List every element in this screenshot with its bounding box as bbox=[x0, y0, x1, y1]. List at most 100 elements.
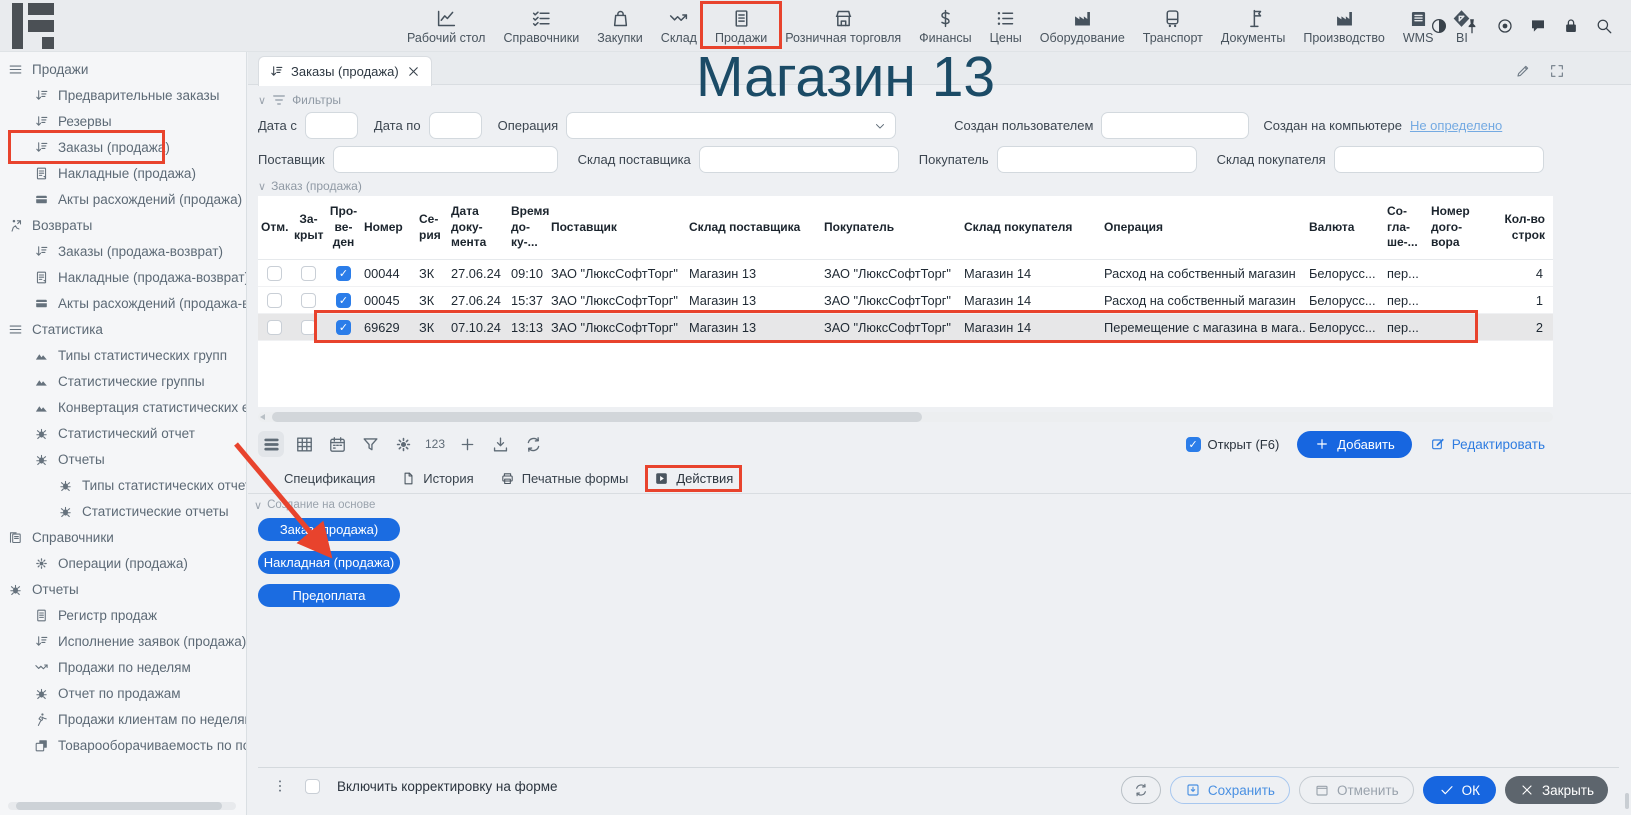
sidebar-item-12[interactable]: Статистические группы bbox=[0, 368, 246, 394]
sidebar-item-23[interactable]: Продажи по неделям bbox=[0, 654, 246, 680]
buyer-warehouse-input[interactable] bbox=[1334, 146, 1544, 173]
sidebar-item-19[interactable]: Операции (продажа) bbox=[0, 550, 246, 576]
sidebar-item-20[interactable]: Отчеты bbox=[0, 576, 246, 602]
closed-checkbox[interactable] bbox=[301, 320, 316, 335]
nav-item-11[interactable]: Производство bbox=[1294, 0, 1394, 52]
download-icon[interactable] bbox=[487, 431, 513, 457]
column-header[interactable]: Операция bbox=[1101, 220, 1306, 236]
vertical-scrollbar[interactable] bbox=[1625, 793, 1629, 809]
create-button-2[interactable]: Предоплата bbox=[258, 584, 400, 607]
buyer-input[interactable] bbox=[997, 146, 1197, 173]
search-icon[interactable] bbox=[1595, 17, 1613, 35]
detail-tab-3[interactable]: Действия bbox=[654, 471, 733, 486]
create-section-header[interactable]: ∨ Создание на основе bbox=[254, 498, 400, 512]
column-header[interactable]: Кол-во строк bbox=[1488, 212, 1553, 243]
open-checkbox[interactable]: ✓ bbox=[1186, 437, 1201, 452]
nav-item-5[interactable]: Розничная торговля bbox=[776, 0, 910, 52]
sidebar-item-15[interactable]: Отчеты bbox=[0, 446, 246, 472]
sidebar-item-22[interactable]: Исполнение заявок (продажа) bbox=[0, 628, 246, 654]
sidebar-item-26[interactable]: Товарооборачиваемость по постав bbox=[0, 732, 246, 758]
column-header[interactable]: Про- ве- ден bbox=[326, 204, 361, 251]
grid-icon[interactable] bbox=[291, 431, 317, 457]
column-header[interactable]: Склад поставщика bbox=[686, 220, 821, 236]
column-header[interactable]: Склад покупателя bbox=[961, 220, 1101, 236]
column-header[interactable]: Поставщик bbox=[548, 220, 686, 236]
nav-item-0[interactable]: Рабочий стол bbox=[398, 0, 494, 52]
sidebar-item-8[interactable]: Накладные (продажа-возврат) bbox=[0, 264, 246, 290]
tab-orders-sale[interactable]: Заказы (продажа) bbox=[258, 56, 432, 86]
marked-checkbox[interactable] bbox=[267, 266, 282, 281]
dots-vertical-icon[interactable] bbox=[272, 778, 288, 794]
column-header[interactable]: Отм. bbox=[258, 220, 291, 236]
operation-select[interactable] bbox=[566, 112, 896, 139]
sidebar-item-21[interactable]: Регистр продаж bbox=[0, 602, 246, 628]
orders-section-header[interactable]: ∨ Заказ (продажа) bbox=[258, 179, 362, 193]
supplier-input[interactable] bbox=[333, 146, 558, 173]
app-logo[interactable] bbox=[12, 3, 54, 54]
lock-icon[interactable] bbox=[1562, 17, 1580, 35]
posted-checkbox[interactable]: ✓ bbox=[336, 320, 351, 335]
date-to-input[interactable] bbox=[429, 112, 482, 139]
gear-icon[interactable] bbox=[390, 431, 416, 457]
nav-item-4[interactable]: Продажи bbox=[706, 0, 776, 52]
detail-tab-2[interactable]: Печатные формы bbox=[500, 471, 629, 486]
table-row[interactable]: ✓00044ЗК27.06.2409:10ЗАО "ЛюксСофтТорг"М… bbox=[258, 260, 1553, 287]
nav-item-9[interactable]: Транспорт bbox=[1134, 0, 1212, 52]
sidebar-item-0[interactable]: Продажи bbox=[0, 56, 246, 82]
table-hscrollbar[interactable] bbox=[258, 412, 1553, 422]
chat-icon[interactable] bbox=[1529, 17, 1547, 35]
nav-item-1[interactable]: Справочники bbox=[494, 0, 588, 52]
plus-icon[interactable] bbox=[454, 431, 480, 457]
marked-checkbox[interactable] bbox=[267, 320, 282, 335]
adjust-checkbox[interactable] bbox=[305, 779, 320, 794]
sidebar-item-3[interactable]: Заказы (продажа) bbox=[0, 134, 246, 160]
sidebar-item-7[interactable]: Заказы (продажа-возврат) bbox=[0, 238, 246, 264]
sidebar-item-14[interactable]: Статистический отчет bbox=[0, 420, 246, 446]
refresh-button[interactable] bbox=[1121, 776, 1161, 804]
marked-checkbox[interactable] bbox=[267, 293, 282, 308]
column-header[interactable]: Номер дого- вора bbox=[1428, 204, 1488, 251]
add-button[interactable]: Добавить bbox=[1297, 431, 1411, 458]
closed-checkbox[interactable] bbox=[301, 293, 316, 308]
sidebar-item-16[interactable]: Типы статистических отчетов bbox=[0, 472, 246, 498]
visibility-icon[interactable] bbox=[1496, 17, 1514, 35]
sidebar-item-11[interactable]: Типы статистических групп bbox=[0, 342, 246, 368]
close-button[interactable]: Закрыть bbox=[1505, 776, 1608, 804]
column-header[interactable]: Се- рия bbox=[416, 212, 448, 243]
nav-item-7[interactable]: Цены bbox=[981, 0, 1031, 52]
sidebar-item-17[interactable]: Статистические отчеты bbox=[0, 498, 246, 524]
open-checkbox-group[interactable]: ✓ Открыт (F6) bbox=[1186, 437, 1280, 452]
sidebar-item-25[interactable]: Продажи клиентам по неделям bbox=[0, 706, 246, 732]
sidebar-item-5[interactable]: Акты расхождений (продажа) bbox=[0, 186, 246, 212]
create-button-0[interactable]: Заказ (продажа) bbox=[258, 518, 400, 541]
date-from-input[interactable] bbox=[305, 112, 358, 139]
column-header[interactable]: За- крыт bbox=[291, 212, 326, 243]
close-icon[interactable] bbox=[406, 64, 421, 79]
sidebar-hscrollbar[interactable] bbox=[8, 802, 236, 810]
sidebar-item-6[interactable]: Возвраты bbox=[0, 212, 246, 238]
table-row[interactable]: ✓69629ЗК07.10.2413:13ЗАО "ЛюксСофтТорг"М… bbox=[258, 314, 1553, 341]
posted-checkbox[interactable]: ✓ bbox=[336, 293, 351, 308]
column-header[interactable]: Номер bbox=[361, 220, 416, 236]
created-on-link[interactable]: Не определено bbox=[1410, 118, 1502, 133]
detail-tab-1[interactable]: История bbox=[401, 471, 473, 486]
nav-item-10[interactable]: Документы bbox=[1212, 0, 1294, 52]
sidebar-item-13[interactable]: Конвертация статистических ед. изм bbox=[0, 394, 246, 420]
numbers-icon[interactable]: 123 bbox=[425, 437, 445, 451]
column-header[interactable]: Со- гла- ше-... bbox=[1384, 204, 1428, 251]
pencil-icon[interactable] bbox=[1515, 63, 1531, 79]
create-button-1[interactable]: Накладная (продажа) bbox=[258, 551, 400, 574]
column-header[interactable]: Время до- ку-... bbox=[508, 204, 548, 251]
cancel-button[interactable]: Отменить bbox=[1299, 776, 1414, 804]
calendar-icon[interactable] bbox=[324, 431, 350, 457]
posted-checkbox[interactable]: ✓ bbox=[336, 266, 351, 281]
sidebar-item-9[interactable]: Акты расхождений (продажа-возвр bbox=[0, 290, 246, 316]
detail-tab-0[interactable]: Спецификация bbox=[284, 471, 375, 486]
sync-icon[interactable] bbox=[520, 431, 546, 457]
list-view-icon[interactable] bbox=[258, 431, 284, 457]
column-header[interactable]: Дата доку- мента bbox=[448, 204, 508, 251]
sidebar-item-1[interactable]: Предварительные заказы bbox=[0, 82, 246, 108]
filters-section-header[interactable]: ∨ Фильтры bbox=[258, 92, 341, 108]
sidebar-item-10[interactable]: Статистика bbox=[0, 316, 246, 342]
ok-button[interactable]: ОК bbox=[1423, 776, 1496, 804]
